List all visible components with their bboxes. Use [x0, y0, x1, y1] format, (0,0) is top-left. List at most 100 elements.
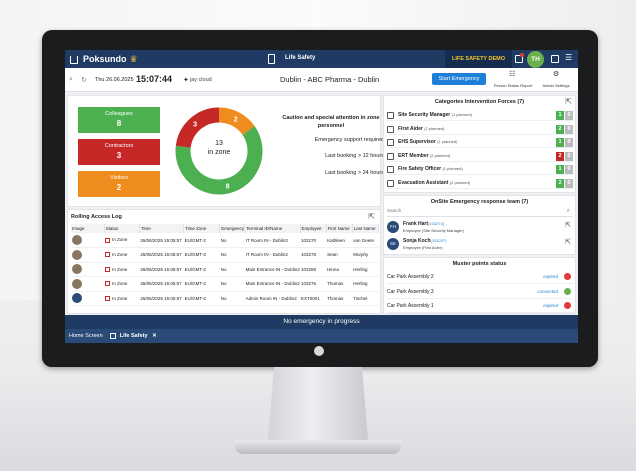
- current-date: Thu 26.06.2025: [95, 77, 134, 83]
- access-log-title: Rolling Access Log: [71, 214, 122, 220]
- status-icon: [105, 295, 111, 301]
- table-row[interactable]: In Zone 26/06/2025 15:05:57 EU/GMT-2 No Main…: [71, 276, 379, 292]
- intervention-row[interactable]: First Aider (2 planned) 2 0: [387, 124, 574, 135]
- column-header[interactable]: Image: [71, 224, 105, 233]
- colleagues-tile[interactable]: Colleagues 8: [78, 107, 160, 133]
- table-row[interactable]: In Zone 26/06/2025 15:05:57 EU/GMT-2 No IT R…: [71, 247, 379, 263]
- column-header[interactable]: Emergency: [219, 224, 246, 233]
- role-name: First Aider: [398, 125, 423, 132]
- cell-emp: 103276: [300, 276, 327, 292]
- table-row[interactable]: In Zone 26/06/2025 15:05:57 EU/GMT-2 No Admi…: [71, 291, 379, 306]
- tab-life-safety[interactable]: Life Safety: [120, 333, 148, 339]
- present-count: 2: [556, 178, 564, 188]
- present-count: 2: [556, 151, 564, 161]
- close-tab-icon[interactable]: ✕: [152, 333, 157, 339]
- team-member[interactable]: SK Sonja Koch(103257) Employee (First Aide…: [387, 236, 573, 252]
- id-badge-icon: [387, 112, 394, 119]
- cell-tz: EU/GMT-2: [183, 233, 220, 248]
- access-log-table: Image Status Time Time Zone Emergency Te…: [71, 224, 380, 306]
- admin-settings-link[interactable]: Admin Settings: [537, 83, 575, 88]
- muster-point-row[interactable]: Car Park Assembly 3 connected: [387, 285, 574, 299]
- visitors-tile[interactable]: Visitors 2: [78, 171, 160, 197]
- id-badge-icon: [387, 166, 394, 173]
- intervention-row[interactable]: EHS Supervisor (1 planned) 1 0: [387, 137, 574, 148]
- refresh-icon[interactable]: ↻: [81, 76, 87, 84]
- search-icon[interactable]: ⌕: [69, 76, 73, 84]
- open-external-icon[interactable]: ⇱: [368, 212, 375, 221]
- partner-logo-text: jay cloud: [190, 77, 212, 83]
- id-badge-icon: [387, 179, 394, 187]
- intervention-row[interactable]: Site Security Manager (1 planned) 1 0: [387, 110, 574, 121]
- app-screen: Poksundo ♛ Life Safety LIFE SAFETY DEMO …: [65, 50, 578, 343]
- status-dot: [564, 273, 571, 280]
- planned-count: (1 planned): [451, 112, 472, 117]
- demo-badge: LIFE SAFETY DEMO: [445, 50, 512, 68]
- open-external-icon[interactable]: ⇱: [565, 97, 572, 106]
- member-name-line: Frank Hart(103274): [403, 221, 444, 227]
- table-row[interactable]: In Zone 26/06/2025 15:05:57 EU/GMT-2 No IT R…: [71, 233, 379, 248]
- cell-em: No: [219, 262, 245, 277]
- intervention-row[interactable]: ERT Member (2 planned) 2 0: [387, 151, 574, 162]
- table-row[interactable]: In Zone 26/06/2025 15:05:57 EU/GMT-2 No Main…: [71, 262, 379, 277]
- onsite-title: OnSite Emergency response team (7): [430, 199, 529, 205]
- user-avatar[interactable]: TH: [527, 51, 544, 68]
- onsite-response-team-panel: OnSite Emergency response team (7) Searc…: [383, 195, 576, 255]
- site-selector[interactable]: Dublin - ABC Pharma - Dublin: [280, 75, 379, 84]
- open-external-icon[interactable]: ⇱: [565, 238, 571, 246]
- tab-home-screen[interactable]: Home Screen: [69, 333, 103, 339]
- avatar: [72, 264, 82, 275]
- team-member[interactable]: FH Frank Hart(103274) Employee (Site Secur…: [387, 219, 573, 235]
- cell-text: 103276: [301, 281, 317, 287]
- column-header[interactable]: Time Zone: [183, 224, 221, 233]
- start-emergency-button[interactable]: Start Emergency: [432, 73, 486, 85]
- column-header[interactable]: First Name: [326, 224, 353, 233]
- building-icon: [268, 54, 275, 64]
- search-icon[interactable]: ⌕: [567, 208, 570, 215]
- column-header[interactable]: Terminal ID/Name: [244, 224, 301, 233]
- cell-last: Murphy: [352, 247, 379, 263]
- attention-label: Emergency support required: [314, 137, 384, 143]
- member-role: Employee (Site Security Manager): [403, 228, 464, 233]
- monitor-stand-foot: [235, 440, 401, 454]
- person-status-report-link[interactable]: Person Status Report: [493, 83, 533, 88]
- member-id: (103274): [428, 221, 445, 226]
- fullscreen-icon[interactable]: [551, 55, 559, 63]
- column-header[interactable]: Time: [139, 224, 185, 233]
- column-header[interactable]: Last Name: [352, 224, 380, 233]
- cell-text: IT Room IN - Dublin2: [245, 237, 288, 243]
- cell-emp: 103278: [300, 247, 327, 263]
- cell-text: IT Room IN - Dublin2: [245, 252, 288, 258]
- tile-label: Contractors: [104, 143, 134, 149]
- notification-dot: [520, 53, 524, 57]
- photo-cell: [71, 291, 105, 306]
- cell-emp: 103269: [300, 262, 327, 277]
- id-badge-icon: [387, 152, 394, 160]
- intervention-row[interactable]: Evacuation Assistant (2 planned) 2 0: [387, 178, 574, 189]
- cell-text: EU/GMT-2: [184, 266, 206, 272]
- muster-point-row[interactable]: Car Park Assembly 1 expired: [387, 299, 574, 313]
- planned-count: (2 planned): [424, 125, 445, 131]
- gear-icon[interactable]: ⚙: [553, 70, 559, 78]
- menu-icon[interactable]: ☰: [565, 53, 573, 62]
- cell-status: In Zone: [104, 291, 140, 306]
- cell-status: In Zone: [104, 247, 140, 263]
- intervention-title: Categories Intervention Forces (7): [434, 99, 525, 105]
- open-external-icon[interactable]: ⇱: [565, 221, 571, 229]
- cell-last: Herling: [352, 276, 379, 292]
- onsite-search-input[interactable]: Search: [387, 208, 573, 217]
- present-count: 1: [556, 111, 564, 120]
- donut-value-label: 3: [193, 122, 197, 129]
- muster-point-row[interactable]: Car Park Assembly 2 expired: [387, 270, 574, 284]
- contractors-tile[interactable]: Contractors 3: [78, 139, 160, 165]
- intervention-row[interactable]: Fire Safety Officer (1 planned) 1 0: [387, 164, 574, 175]
- column-header[interactable]: Employee: [300, 224, 327, 233]
- report-icon[interactable]: ☷: [509, 70, 515, 78]
- muster-status: expired: [543, 303, 558, 308]
- avatar: FH: [387, 221, 399, 233]
- home-icon[interactable]: [70, 56, 78, 64]
- cell-em: No: [219, 291, 245, 306]
- table-header-row: Image Status Time Time Zone Emergency Te…: [71, 224, 380, 233]
- column-header[interactable]: Status: [104, 224, 140, 233]
- cell-text: Main Entrance IN - Dublin2: [245, 281, 300, 287]
- absent-count: 0: [565, 111, 573, 120]
